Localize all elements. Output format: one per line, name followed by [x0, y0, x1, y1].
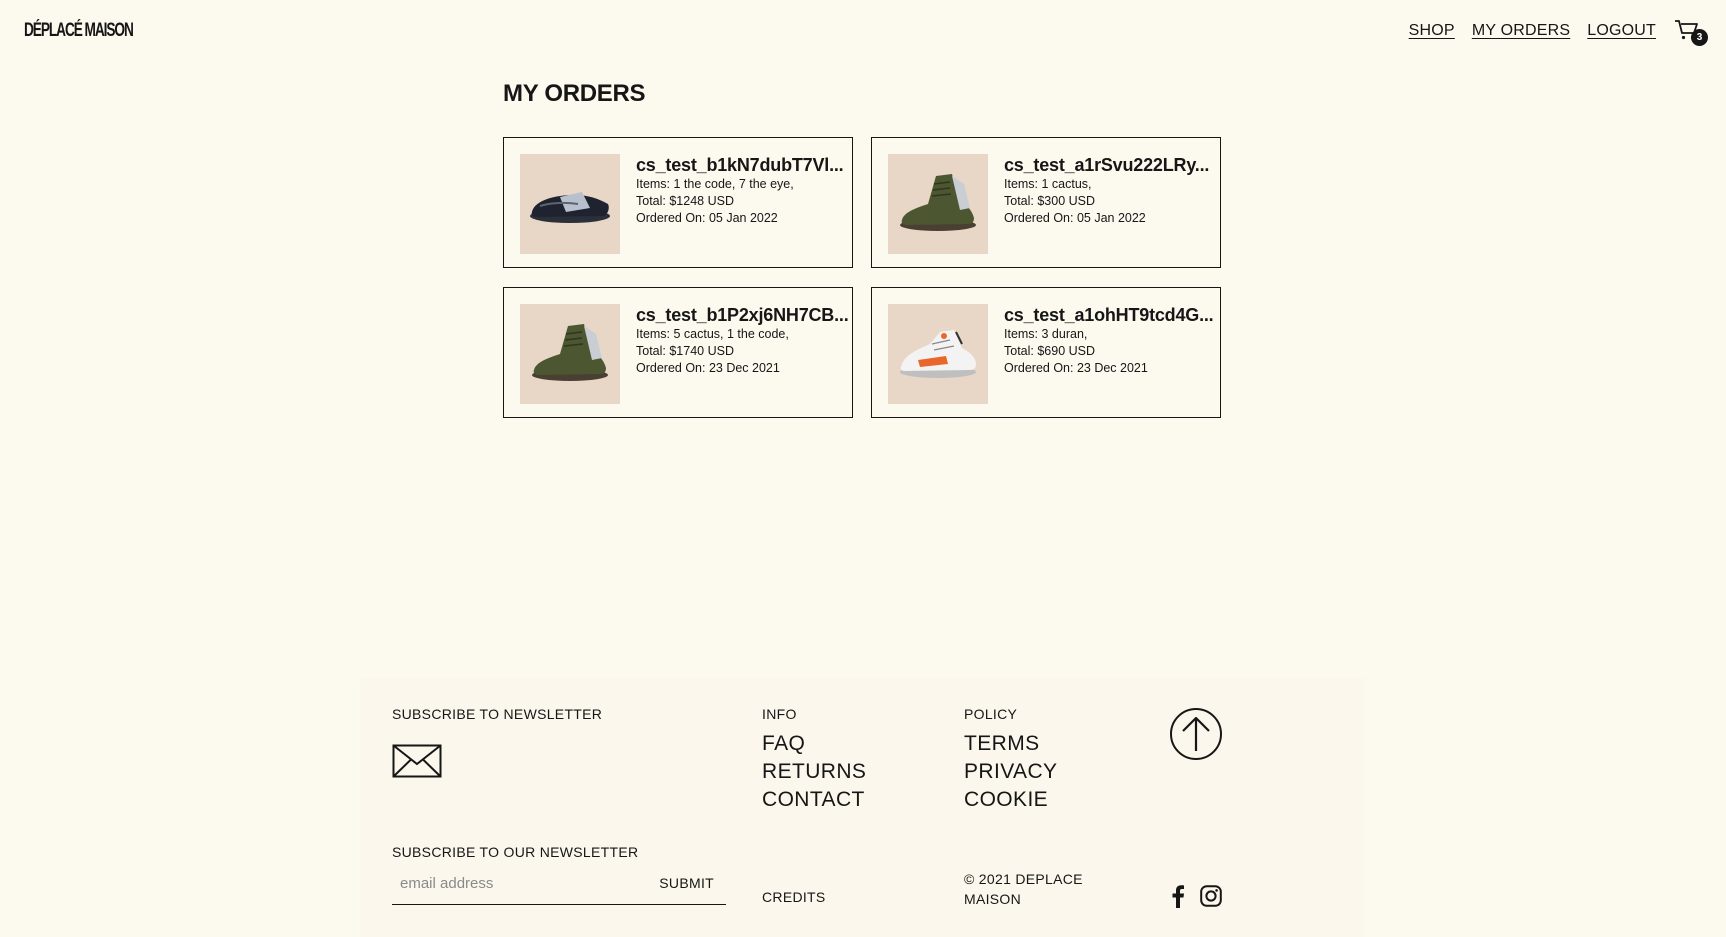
- order-card[interactable]: cs_test_a1rSvu222LRy... Items: 1 cactus,…: [871, 137, 1221, 268]
- cart-button[interactable]: 3: [1674, 18, 1708, 46]
- order-id: cs_test_a1rSvu222LRy...: [1004, 155, 1210, 175]
- credits-link[interactable]: CREDITS: [762, 889, 826, 905]
- order-product-image: [888, 304, 988, 404]
- nav-my-orders-link[interactable]: MY ORDERS: [1472, 22, 1570, 40]
- order-product-image: [888, 154, 988, 254]
- order-id: cs_test_a1ohHT9tcd4G...: [1004, 305, 1214, 325]
- sneaker-image: [530, 192, 610, 223]
- order-total: Total: $300 USD: [1004, 194, 1096, 208]
- order-items: Items: 1 cactus,: [1004, 177, 1092, 191]
- footer-link-contact[interactable]: CONTACT: [762, 786, 865, 814]
- boot-image: [900, 174, 976, 231]
- mail-icon[interactable]: [392, 744, 442, 778]
- info-heading: INFO: [762, 706, 797, 722]
- page-title: MY ORDERS: [503, 80, 646, 107]
- footer-link-cookie[interactable]: COOKIE: [964, 786, 1048, 814]
- nav-shop-link[interactable]: SHOP: [1409, 22, 1455, 40]
- order-date: Ordered On: 05 Jan 2022: [636, 211, 778, 225]
- order-card[interactable]: cs_test_a1ohHT9tcd4G... Items: 3 duran, …: [871, 287, 1221, 418]
- cart-count-badge: 3: [1691, 29, 1708, 46]
- newsletter-form: SUBMIT: [392, 864, 726, 905]
- order-card[interactable]: cs_test_b1kN7dubT7Vl... Items: 1 the cod…: [503, 137, 853, 268]
- main-nav: SHOP MY ORDERS LOGOUT 3: [1392, 18, 1708, 46]
- order-details: cs_test_b1kN7dubT7Vl... Items: 1 the cod…: [636, 154, 852, 227]
- order-total: Total: $1740 USD: [636, 344, 734, 358]
- instagram-icon[interactable]: [1200, 885, 1222, 907]
- order-details: cs_test_a1ohHT9tcd4G... Items: 3 duran, …: [1004, 304, 1220, 377]
- order-total: Total: $1248 USD: [636, 194, 734, 208]
- footer-link-faq[interactable]: FAQ: [762, 730, 805, 758]
- order-id: cs_test_b1kN7dubT7Vl...: [636, 155, 844, 175]
- order-details: cs_test_b1P2xj6NH7CB... Items: 5 cactus,…: [636, 304, 852, 377]
- order-items: Items: 1 the code, 7 the eye,: [636, 177, 794, 191]
- copyright-line-2: MAISON: [964, 891, 1022, 907]
- footer-link-privacy[interactable]: PRIVACY: [964, 758, 1057, 786]
- policy-heading: POLICY: [964, 706, 1018, 722]
- order-product-image: [520, 304, 620, 404]
- order-product-image: [520, 154, 620, 254]
- site-header: DÉPLACÉ MAISON SHOP MY ORDERS LOGOUT 3: [0, 0, 1726, 64]
- order-details: cs_test_a1rSvu222LRy... Items: 1 cactus,…: [1004, 154, 1220, 227]
- footer-link-returns[interactable]: RETURNS: [762, 758, 866, 786]
- facebook-icon[interactable]: [1171, 884, 1185, 908]
- nav-logout-link[interactable]: LOGOUT: [1587, 22, 1656, 40]
- copyright-line-1: © 2021 DEPLACE: [964, 871, 1083, 887]
- order-card[interactable]: cs_test_b1P2xj6NH7CB... Items: 5 cactus,…: [503, 287, 853, 418]
- order-items: Items: 3 duran,: [1004, 327, 1088, 341]
- order-date: Ordered On: 05 Jan 2022: [1004, 211, 1146, 225]
- brand-logo[interactable]: DÉPLACÉ MAISON: [24, 16, 134, 46]
- footer-link-terms[interactable]: TERMS: [964, 730, 1040, 758]
- boot-image: [532, 324, 608, 381]
- subscribe-heading: SUBSCRIBE TO NEWSLETTER: [392, 706, 603, 722]
- sneaker-image: [900, 330, 976, 378]
- order-date: Ordered On: 23 Dec 2021: [636, 361, 780, 375]
- order-date: Ordered On: 23 Dec 2021: [1004, 361, 1148, 375]
- copyright: © 2021 DEPLACE MAISON: [964, 869, 1083, 909]
- submit-button[interactable]: SUBMIT: [653, 864, 720, 902]
- email-input[interactable]: [392, 864, 652, 902]
- newsletter-heading: SUBSCRIBE TO OUR NEWSLETTER: [392, 844, 639, 860]
- scroll-to-top-icon[interactable]: [1169, 707, 1223, 761]
- order-id: cs_test_b1P2xj6NH7CB...: [636, 305, 849, 325]
- order-total: Total: $690 USD: [1004, 344, 1096, 358]
- order-items: Items: 5 cactus, 1 the code,: [636, 327, 789, 341]
